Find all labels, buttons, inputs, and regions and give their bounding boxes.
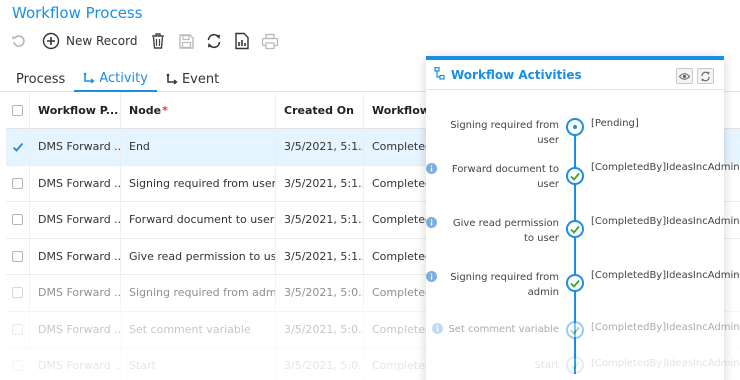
info-icon[interactable] <box>426 217 437 233</box>
cell-node: Forward document to user <box>121 202 276 238</box>
cell-workflow: DMS Forward ... <box>30 311 121 347</box>
tab-label: Process <box>16 71 66 87</box>
info-icon[interactable] <box>426 271 437 287</box>
completed-node-icon <box>566 220 584 238</box>
timeline-step-status: [CompletedBy]IdeasIncAdmin <box>591 270 740 281</box>
cell-workflow: DMS Forward ... <box>30 348 121 380</box>
row-checkbox[interactable] <box>12 214 23 226</box>
select-all-checkbox[interactable] <box>12 105 23 116</box>
timeline-step-label: Forward document to user <box>426 162 559 192</box>
timeline-step-status: [CompletedBy]IdeasIncAdmin <box>591 216 740 227</box>
toolbar: New Record <box>8 30 287 52</box>
flow-icon <box>83 72 95 84</box>
info-icon[interactable] <box>432 323 444 339</box>
new-record-label: New Record <box>66 34 138 48</box>
cell-workflow: DMS Forward ... <box>30 129 121 165</box>
save-icon[interactable] <box>175 30 197 52</box>
report-icon[interactable] <box>231 30 253 52</box>
app-title: Workflow Process <box>12 4 143 22</box>
column-label: Node <box>129 104 162 117</box>
cell-created-on: 3/5/2021, 5:1... <box>276 202 364 238</box>
row-select-cell <box>6 202 30 238</box>
row-select-cell <box>6 238 30 274</box>
timeline-step-label: Start <box>534 360 559 371</box>
completed-node-icon <box>566 321 584 339</box>
panel-header: Workflow Activities <box>426 60 724 90</box>
row-select-cell <box>6 311 30 347</box>
cell-workflow: DMS Forward ... <box>30 165 121 201</box>
print-icon[interactable] <box>259 30 281 52</box>
required-marker: * <box>162 104 168 117</box>
row-select-cell <box>6 348 30 380</box>
tab-label: Event <box>181 71 220 87</box>
checkmark-icon <box>12 143 24 153</box>
cell-node: Give read permission to user <box>121 238 276 274</box>
undo-icon[interactable] <box>8 30 30 52</box>
cell-node: Set comment variable <box>121 311 276 347</box>
cell-workflow: DMS Forward ... <box>30 275 121 311</box>
completed-node-icon <box>566 356 584 374</box>
row-checkbox[interactable] <box>12 287 23 299</box>
new-record-button[interactable]: New Record <box>40 30 137 52</box>
tab-process[interactable]: Process <box>0 66 74 92</box>
info-icon[interactable] <box>426 163 437 179</box>
timeline-step-label: Signing required from user <box>450 120 559 146</box>
cell-workflow: DMS Forward ... <box>30 238 121 274</box>
timeline-step-label: Set comment variable <box>432 322 559 339</box>
row-checkbox[interactable] <box>12 250 23 262</box>
refresh-icon[interactable] <box>203 30 225 52</box>
cell-node: Signing required from user <box>121 165 276 201</box>
timeline-step-label: Signing required from admin <box>426 270 559 300</box>
cell-created-on: 3/5/2021, 5:0... <box>276 275 364 311</box>
cell-node: Start <box>121 348 276 380</box>
tab-label: Activity <box>99 70 148 86</box>
column-header-node[interactable]: Node * <box>121 93 276 128</box>
row-checkbox[interactable] <box>12 360 23 372</box>
completed-node-icon <box>566 167 584 185</box>
plus-circle-icon <box>40 30 62 52</box>
cell-created-on: 3/5/2021, 5:1... <box>276 165 364 201</box>
row-checkbox[interactable] <box>12 177 23 189</box>
timeline-step-status: [CompletedBy]IdeasIncAdmin <box>591 358 740 369</box>
tab-activity[interactable]: Activity <box>74 66 157 92</box>
row-select-cell <box>6 275 30 311</box>
panel-view-button[interactable] <box>676 68 693 84</box>
trash-icon[interactable] <box>147 30 169 52</box>
row-checkbox[interactable] <box>12 323 23 335</box>
cell-created-on: 3/5/2021, 5:0... <box>276 348 364 380</box>
cell-workflow: DMS Forward ... <box>30 202 121 238</box>
column-header-workflow[interactable]: Workflow P... <box>30 93 121 128</box>
panel-title: Workflow Activities <box>451 67 582 82</box>
activity-timeline: Signing required from user [Pending] For… <box>426 94 740 380</box>
tab-event[interactable]: Event <box>157 66 228 92</box>
column-header-created-on[interactable]: Created On <box>276 93 364 128</box>
row-select-cell <box>6 165 30 201</box>
timeline-step-status: [Pending] <box>591 118 639 129</box>
cell-node: Signing required from admin <box>121 275 276 311</box>
refresh-icon <box>701 71 710 81</box>
completed-node-icon <box>566 274 584 292</box>
row-checkbox[interactable] <box>12 141 24 153</box>
cell-node: End <box>121 129 276 165</box>
panel-refresh-button[interactable] <box>697 68 714 84</box>
timeline-step-status: [CompletedBy]IdeasIncAdmin <box>591 322 740 333</box>
workflow-activities-panel: Workflow Activities Signing required fro… <box>426 56 740 380</box>
select-all-cell <box>6 93 30 128</box>
flow-icon <box>166 73 178 85</box>
row-select-cell <box>6 129 30 165</box>
timeline-step-status: [CompletedBy]IdeasIncAdmin <box>591 162 740 173</box>
pending-node-icon <box>566 118 584 136</box>
cell-created-on: 3/5/2021, 5:1... <box>276 129 364 165</box>
hierarchy-icon <box>434 65 445 84</box>
eye-icon <box>679 72 690 80</box>
timeline-step-label: Give read permission to user <box>426 216 559 246</box>
cell-created-on: 3/5/2021, 5:0... <box>276 311 364 347</box>
cell-created-on: 3/5/2021, 5:1... <box>276 238 364 274</box>
